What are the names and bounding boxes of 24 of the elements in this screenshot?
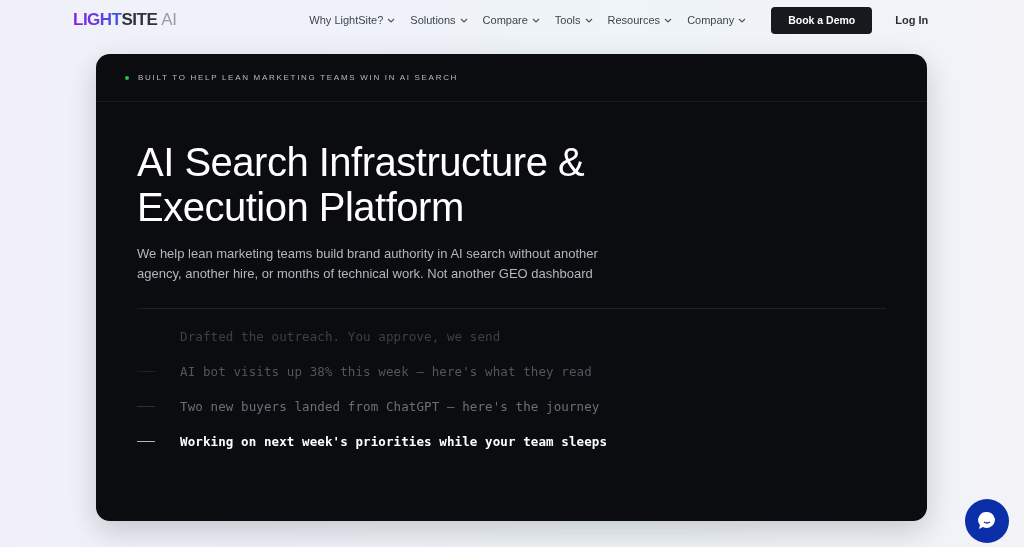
- eyebrow-text: BUILT TO HELP LEAN MARKETING TEAMS WIN IN AI SEARCH: [138, 73, 459, 82]
- chevron-icon: [584, 17, 593, 23]
- chat-bubble-icon: [976, 510, 998, 532]
- status-dot-icon: [125, 75, 129, 80]
- nav-link[interactable]: Tools: [554, 14, 593, 26]
- book-demo-button[interactable]: Book a Demo: [771, 6, 873, 34]
- chevron-icon: [387, 17, 396, 23]
- logo[interactable]: LIGHTSITE AI: [73, 10, 177, 30]
- nav-link[interactable]: Solutions: [410, 14, 468, 26]
- chevron-icon: [531, 17, 540, 23]
- nav-link[interactable]: Company: [687, 14, 747, 26]
- nav-link[interactable]: Resources: [607, 14, 673, 26]
- login-link[interactable]: Log In: [895, 14, 929, 26]
- chevron-icon: [664, 17, 673, 23]
- hero-subtitle: We help lean marketing teams build brand authority in AI search without another agency, another hire, or months of technical work. Not another GEO dashboard: [137, 245, 599, 283]
- hero-title: AI Search Infrastructure & Execution Platform: [137, 140, 586, 230]
- chevron-icon: [738, 17, 747, 23]
- nav-link[interactable]: Why LightSite?: [309, 14, 396, 26]
- chat-button[interactable]: [965, 499, 1009, 543]
- chevron-icon: [459, 17, 468, 23]
- feed-message: AI bot visits up 38% this week — here's what they read: [180, 363, 592, 379]
- nav-link[interactable]: Compare: [482, 14, 540, 26]
- feed-message: Working on next week's priorities while your team sleeps: [180, 433, 608, 449]
- feed-message: Two new buyers landed from ChatGPT — here's the journey: [180, 398, 600, 414]
